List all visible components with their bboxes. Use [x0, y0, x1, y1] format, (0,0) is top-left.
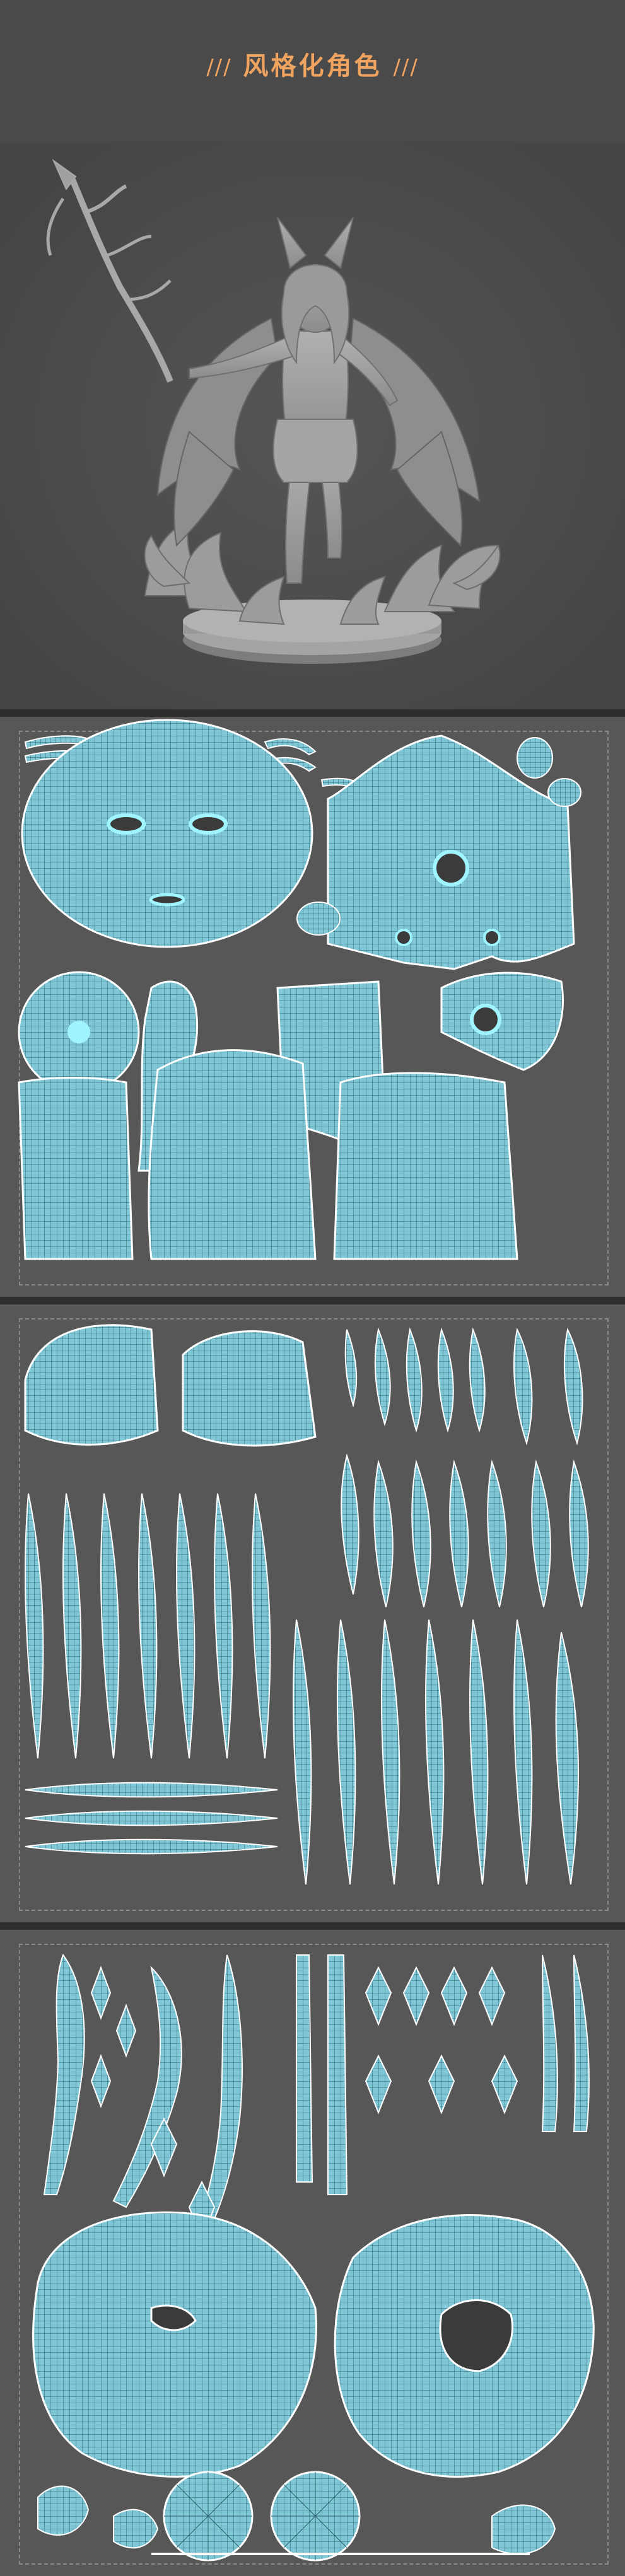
title-suffix: /// — [393, 55, 419, 80]
uv-layout-2 — [24, 1324, 589, 1885]
uv-island-hair-strands — [341, 1327, 589, 1608]
uv-island-disks — [163, 2471, 361, 2561]
uv-layout-1 — [18, 719, 581, 1260]
uv-panel-1 — [0, 717, 625, 1297]
title-prefix: /// — [206, 55, 232, 80]
uv-island-hair-top — [24, 1324, 317, 1447]
panel-divider — [0, 709, 625, 717]
panel-divider — [0, 1297, 625, 1304]
uv-island-face — [21, 719, 313, 948]
uv-panel-3 — [0, 1930, 625, 2576]
header-banner: /// 风格化角色 /// — [0, 0, 625, 142]
panel-divider — [0, 1922, 625, 1930]
uv-panel-2 — [0, 1304, 625, 1922]
page: /// 风格化角色 /// — [0, 0, 625, 2576]
uv-layout-3 — [32, 1953, 595, 2561]
character-render — [0, 142, 625, 709]
character-render-image — [0, 142, 625, 709]
title-text: 风格化角色 — [243, 52, 382, 81]
uv-island-horizontal-strands — [25, 1782, 278, 1855]
page-title: /// 风格化角色 /// — [0, 45, 625, 82]
